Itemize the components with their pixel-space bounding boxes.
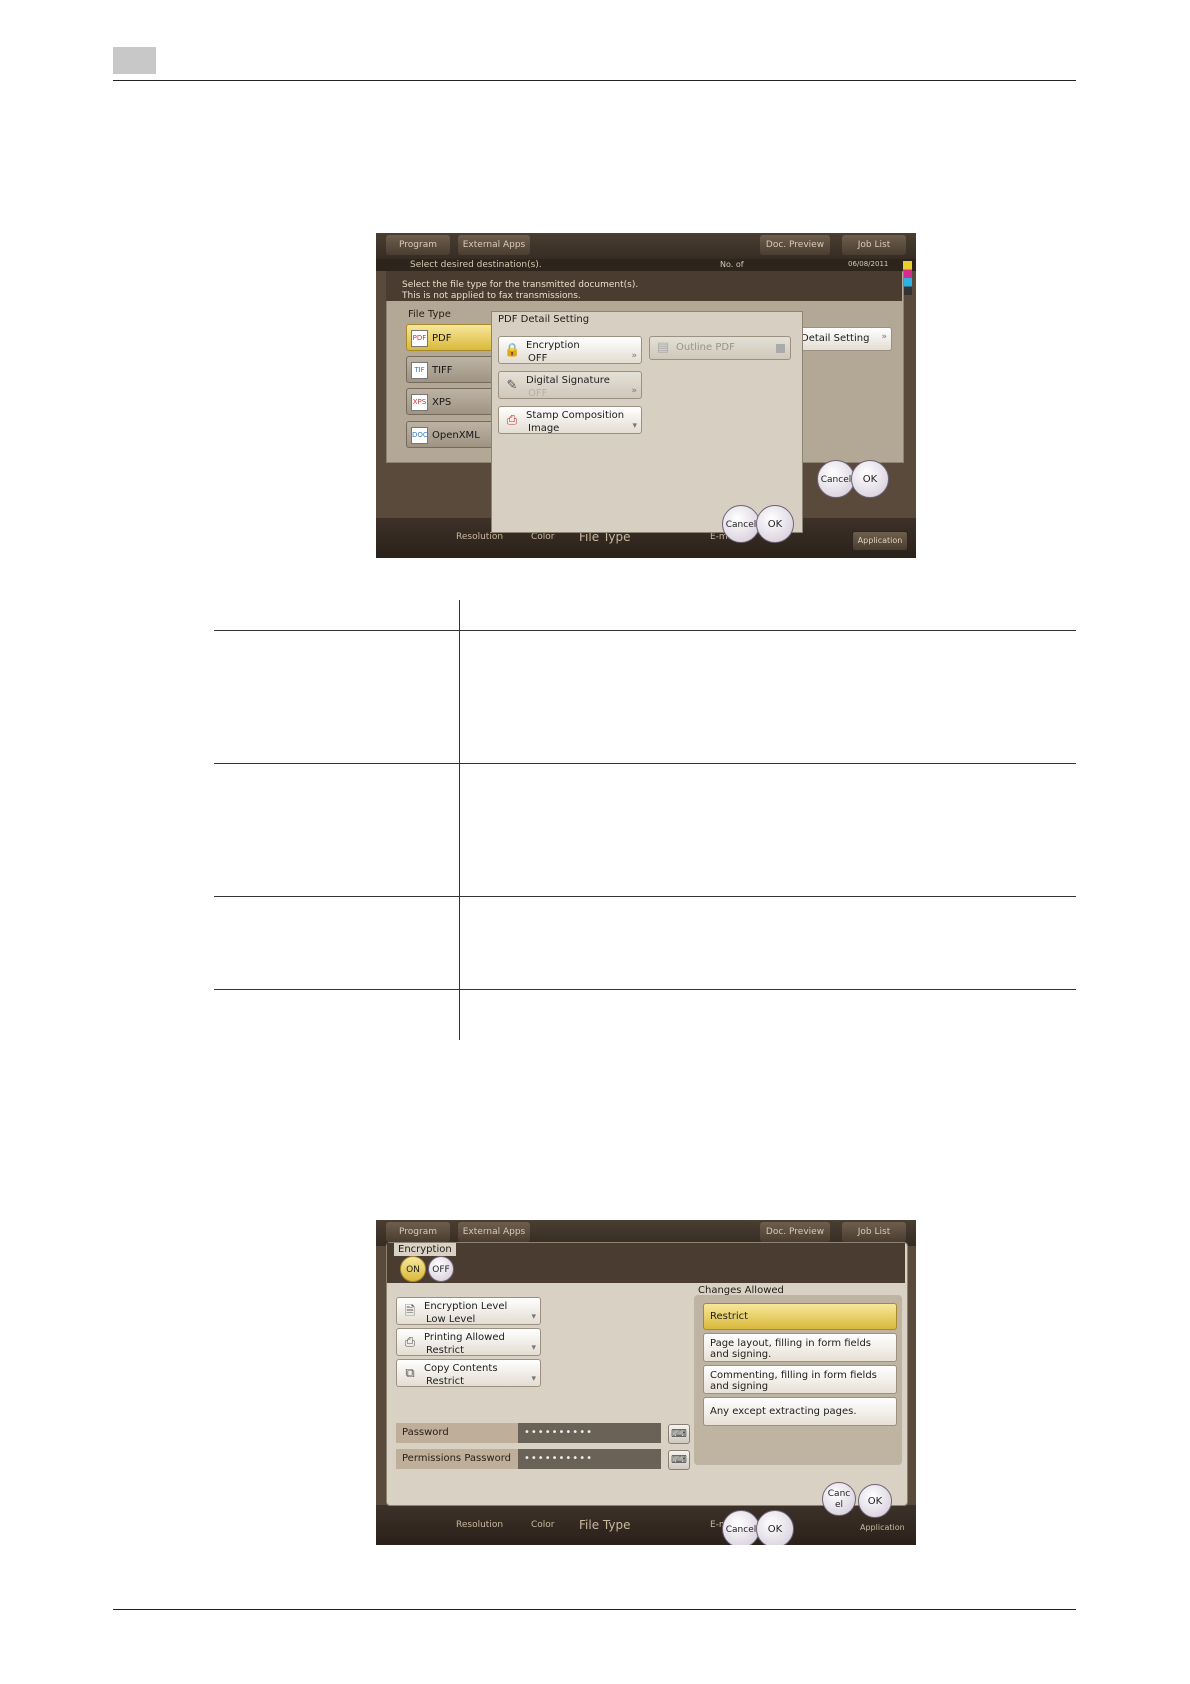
doc-preview-tab[interactable]: Doc. Preview [760, 1222, 830, 1242]
color-label: Color [531, 532, 555, 542]
background-ok-button[interactable]: OK [851, 460, 889, 498]
changes-option-any-except-extracting[interactable]: Any except extracting pages. [703, 1397, 897, 1426]
file-type-tiff[interactable]: TIF TIFF [406, 356, 496, 383]
password-field[interactable]: •••••••••• [518, 1423, 661, 1443]
cancel-button[interactable]: Cancel [822, 1482, 856, 1516]
copy-icon: ⧉ [405, 1366, 415, 1381]
background-cancel-button[interactable]: Cancel [722, 1510, 760, 1545]
keyboard-icon[interactable]: ⌨ [668, 1424, 690, 1444]
off-toggle[interactable]: OFF [428, 1256, 454, 1282]
external-apps-tab[interactable]: External Apps [458, 235, 530, 255]
resolution-label: Resolution [456, 532, 504, 542]
program-tab[interactable]: Program [386, 1222, 450, 1242]
printing-allowed-dropdown[interactable]: ⎙ Printing Allowed Restrict ▾ [396, 1328, 541, 1356]
xps-icon: XPS [411, 394, 428, 411]
tiff-icon: TIF [411, 362, 428, 379]
message-line2: This is not applied to fax transmissions… [402, 291, 581, 301]
signature-pen-icon: ✎ [506, 378, 518, 393]
encryption-button[interactable]: 🔒 Encryption OFF » [498, 336, 642, 364]
encryption-lock-icon: 🔒 [504, 343, 521, 358]
file-type-pdf[interactable]: PDF PDF [406, 324, 496, 351]
dialog-title: Encryption [394, 1243, 456, 1256]
dialog-title: PDF Detail Setting [498, 314, 590, 325]
file-type-xps[interactable]: XPS XPS [406, 388, 496, 415]
changes-option-page-layout[interactable]: Page layout, filling in form fields and … [703, 1333, 897, 1362]
top-bar: Program External Apps Doc. Preview Job L… [376, 233, 916, 259]
toner-indicator [903, 261, 912, 295]
application-label: Application [860, 1523, 905, 1532]
stamp-composition-button[interactable]: ⎙ Stamp Composition Image ▾ [498, 406, 642, 434]
digital-signature-button[interactable]: ✎ Digital Signature OFF » [498, 371, 642, 399]
copy-contents-dropdown[interactable]: ⧉ Copy Contents Restrict ▾ [396, 1359, 541, 1387]
changes-allowed-header: Changes Allowed [698, 1285, 784, 1296]
pdf-icon: PDF [411, 330, 428, 347]
message-line1: Select the file type for the transmitted… [402, 280, 639, 290]
screenshot-encryption: Program External Apps Doc. Preview Job L… [376, 1220, 916, 1545]
job-list-tab[interactable]: Job List [842, 1222, 906, 1242]
screenshot-pdf-detail-setting: Program External Apps Doc. Preview Job L… [376, 233, 916, 558]
doc-preview-tab[interactable]: Doc. Preview [760, 235, 830, 255]
dropdown-arrow-icon: ▾ [632, 421, 637, 431]
status-date: 06/08/2011 [848, 260, 889, 268]
keyboard-icon[interactable]: ⌨ [668, 1450, 690, 1470]
program-tab[interactable]: Program [386, 235, 450, 255]
color-label: Color [531, 1520, 555, 1530]
double-arrow-icon: » [881, 332, 887, 342]
header-rule [113, 80, 1076, 81]
file-type-header: File Type [408, 309, 451, 320]
outline-icon: ▤ [656, 340, 670, 355]
background-cancel-button[interactable]: Cancel [817, 460, 855, 498]
file-type-label: File Type [579, 1518, 631, 1532]
ok-button[interactable]: OK [756, 505, 794, 543]
printer-icon: ⎙ [404, 1335, 416, 1350]
on-toggle[interactable]: ON [400, 1256, 426, 1282]
stamp-icon: ⎙ [506, 413, 518, 428]
changes-option-commenting[interactable]: Commenting, filling in form fields and s… [703, 1365, 897, 1394]
resolution-label: Resolution [456, 1520, 504, 1530]
cancel-button[interactable]: Cancel [722, 505, 760, 543]
dropdown-arrow-icon: ▾ [531, 1312, 536, 1322]
table-rule-4 [214, 989, 1076, 990]
table-rule-1 [214, 630, 1076, 631]
encryption-level-dropdown[interactable]: 🗎 Encryption Level Low Level ▾ [396, 1297, 541, 1325]
header-tab [113, 47, 156, 74]
dropdown-arrow-icon: ▾ [531, 1343, 536, 1353]
status-line: Select desired destination(s). [410, 260, 542, 270]
ok-button[interactable]: OK [858, 1484, 892, 1518]
background-detail-setting-button[interactable]: Detail Setting» [796, 327, 892, 351]
external-apps-tab[interactable]: External Apps [458, 1222, 530, 1242]
dialog-header-band [387, 1243, 905, 1283]
checkbox-icon [776, 344, 785, 353]
file-type-openxml[interactable]: DOC OpenXML [406, 421, 496, 448]
status-number: No. of [720, 260, 744, 269]
dropdown-arrow-icon: ▾ [531, 1374, 536, 1384]
openxml-icon: DOC [411, 427, 428, 444]
changes-option-restrict[interactable]: Restrict [703, 1303, 897, 1330]
table-rule-3 [214, 896, 1076, 897]
password-label: Password [396, 1423, 518, 1443]
encryption-level-icon: 🗎 [404, 1304, 416, 1319]
double-arrow-icon: » [631, 351, 637, 361]
footer-rule [113, 1609, 1076, 1610]
permissions-password-label: Permissions Password [396, 1449, 518, 1469]
permissions-password-field[interactable]: •••••••••• [518, 1449, 661, 1469]
table-rule-2 [214, 763, 1076, 764]
outline-pdf-button[interactable]: ▤ Outline PDF [649, 336, 791, 360]
double-arrow-icon: » [631, 386, 637, 396]
table-column-divider [459, 600, 460, 1040]
application-button[interactable]: Application [852, 531, 908, 551]
background-ok-button[interactable]: OK [756, 1510, 794, 1545]
job-list-tab[interactable]: Job List [842, 235, 906, 255]
